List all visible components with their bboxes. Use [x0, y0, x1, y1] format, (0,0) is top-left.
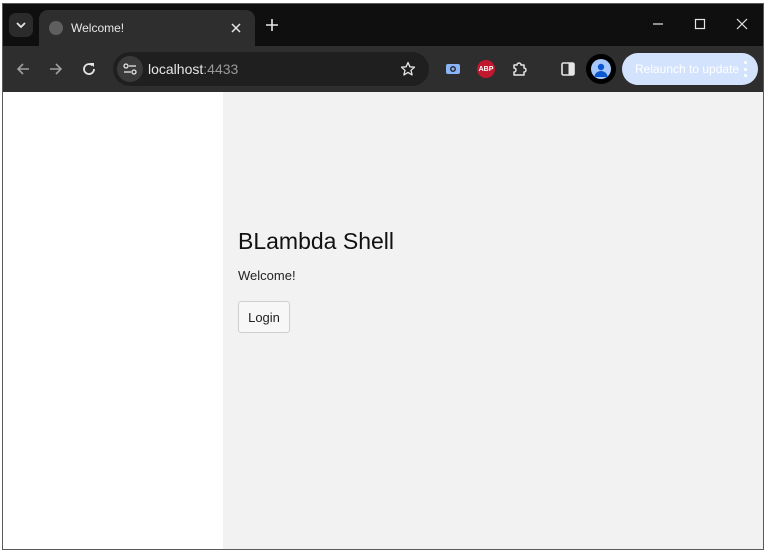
site-info-icon[interactable] — [117, 56, 143, 82]
more-vert-icon[interactable] — [742, 61, 748, 77]
minimize-icon[interactable] — [637, 4, 679, 44]
url-port: :4433 — [203, 61, 239, 77]
welcome-text: Welcome! — [238, 268, 296, 283]
plus-icon[interactable] — [261, 14, 283, 36]
tab-favicon-icon — [49, 21, 63, 35]
tab-search-icon[interactable] — [9, 13, 33, 37]
extensions-puzzle-icon[interactable] — [507, 57, 531, 81]
avatar — [591, 59, 611, 79]
tab-title: Welcome! — [71, 21, 125, 35]
window-close-icon[interactable] — [721, 4, 763, 44]
forward-icon[interactable] — [44, 57, 68, 81]
maximize-icon[interactable] — [679, 4, 721, 44]
close-icon[interactable] — [227, 19, 245, 37]
profile-avatar-icon[interactable] — [586, 54, 616, 84]
page-viewport: BLambda Shell Welcome! Login — [3, 92, 763, 549]
relaunch-to-update-button[interactable]: Relaunch to update — [622, 53, 758, 85]
page-main: BLambda Shell Welcome! Login — [223, 92, 763, 549]
side-panel-icon[interactable] — [556, 57, 580, 81]
address-bar[interactable]: localhost:4433 — [113, 52, 429, 86]
screenshot-extension-icon[interactable] — [441, 57, 465, 81]
page-sidebar — [3, 92, 223, 549]
tab-strip: Welcome! — [3, 4, 763, 46]
browser-window: Welcome! localhost:4433 ABP Relaunch to … — [2, 3, 764, 550]
browser-toolbar: localhost:4433 ABP Relaunch to update — [3, 46, 763, 92]
bookmark-star-icon[interactable] — [397, 58, 419, 80]
reload-icon[interactable] — [77, 57, 101, 81]
abp-icon[interactable]: ABP — [474, 57, 498, 81]
tab-welcome[interactable]: Welcome! — [39, 10, 255, 46]
back-icon[interactable] — [11, 57, 35, 81]
abp-label: ABP — [477, 60, 495, 78]
page-title: BLambda Shell — [238, 228, 394, 254]
url-host: localhost — [148, 61, 204, 77]
url-text: localhost:4433 — [148, 61, 238, 77]
relaunch-label: Relaunch to update — [635, 62, 740, 76]
login-button[interactable]: Login — [238, 301, 290, 333]
